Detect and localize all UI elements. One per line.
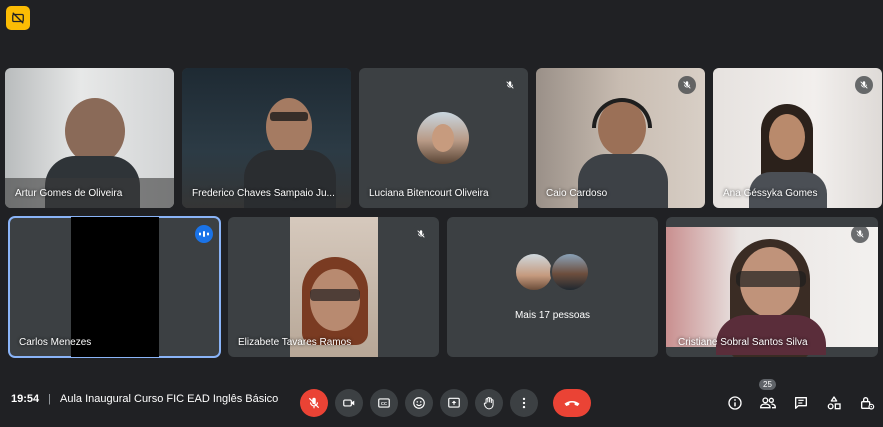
- participant-tile[interactable]: Ana Géssyka Gomes: [713, 68, 882, 208]
- captions-button[interactable]: CC: [370, 389, 398, 417]
- participant-tile[interactable]: Elizabete Tavares Ramos: [228, 217, 439, 357]
- meeting-info: 19:54 | Aula Inaugural Curso FIC EAD Ing…: [11, 393, 278, 405]
- svg-text:CC: CC: [381, 401, 387, 406]
- meeting-info-separator: |: [48, 393, 51, 405]
- participant-avatar: [417, 112, 469, 164]
- camera-toggle-button[interactable]: [335, 389, 363, 417]
- meeting-time: 19:54: [11, 393, 40, 405]
- present-icon: [447, 396, 461, 410]
- people-icon: [759, 395, 777, 411]
- recording-icon: [11, 11, 25, 25]
- participant-tile[interactable]: Luciana Bitencourt Oliveira: [359, 68, 528, 208]
- more-people-tile[interactable]: Mais 17 pessoas: [447, 217, 658, 357]
- participant-name: Frederico Chaves Sampaio Ju...: [192, 188, 335, 199]
- mic-off-icon: [678, 76, 696, 94]
- participant-name: Artur Gomes de Oliveira: [15, 188, 123, 199]
- raise-hand-button[interactable]: [475, 389, 503, 417]
- participant-tile[interactable]: Caio Cardoso: [536, 68, 705, 208]
- more-people-label: Mais 17 pessoas: [514, 310, 591, 321]
- participant-tile[interactable]: Artur Gomes de Oliveira: [5, 68, 174, 208]
- participant-tile-active[interactable]: Carlos Menezes: [8, 216, 221, 358]
- participant-video: [5, 68, 174, 208]
- more-options-button[interactable]: [510, 389, 538, 417]
- participant-count-badge: 25: [759, 379, 776, 390]
- people-button[interactable]: 25: [758, 379, 778, 413]
- leave-call-button[interactable]: [553, 389, 591, 417]
- more-options-icon: [517, 396, 531, 410]
- reactions-button[interactable]: [405, 389, 433, 417]
- activities-button[interactable]: [824, 393, 844, 413]
- mic-off-icon: [855, 76, 873, 94]
- participant-video: [71, 217, 159, 357]
- mic-off-icon: [412, 225, 430, 243]
- microphone-toggle-button[interactable]: [300, 389, 328, 417]
- participant-name: Luciana Bitencourt Oliveira: [369, 188, 489, 199]
- recording-indicator: [6, 6, 30, 30]
- hang-up-icon: [563, 397, 581, 409]
- side-panel-buttons: 25: [725, 379, 877, 413]
- participant-name: Elizabete Tavares Ramos: [238, 337, 352, 348]
- mic-off-icon: [501, 76, 519, 94]
- info-icon: [727, 395, 743, 411]
- participant-name: Cristiane Sobral Santos Silva: [678, 337, 808, 348]
- meeting-toolbar: 19:54 | Aula Inaugural Curso FIC EAD Ing…: [0, 379, 883, 427]
- chat-button[interactable]: [791, 393, 811, 413]
- activities-icon: [826, 395, 842, 411]
- present-screen-button[interactable]: [440, 389, 468, 417]
- mic-off-icon: [851, 225, 869, 243]
- participant-video: [182, 68, 351, 208]
- camera-icon: [342, 396, 356, 410]
- participant-video: [290, 217, 378, 357]
- participant-video: [666, 227, 878, 357]
- emoji-icon: [412, 396, 426, 410]
- chat-icon: [793, 395, 809, 411]
- host-controls-button[interactable]: [857, 393, 877, 413]
- raise-hand-icon: [482, 396, 496, 410]
- host-controls-icon: [859, 395, 875, 411]
- participant-tile[interactable]: Frederico Chaves Sampaio Ju...: [182, 68, 351, 208]
- participant-name: Caio Cardoso: [546, 188, 608, 199]
- meeting-title: Aula Inaugural Curso FIC EAD Inglês Bási…: [60, 393, 279, 405]
- participant-avatar: [550, 252, 590, 292]
- call-controls: CC: [300, 389, 591, 417]
- participant-name: Carlos Menezes: [19, 337, 92, 348]
- speaking-indicator-icon: [195, 225, 213, 243]
- participant-name: Ana Géssyka Gomes: [723, 188, 818, 199]
- mic-off-icon: [307, 396, 321, 410]
- participant-tile[interactable]: Cristiane Sobral Santos Silva: [666, 217, 878, 357]
- captions-icon: CC: [377, 396, 391, 410]
- participant-avatar: [514, 252, 554, 292]
- meeting-details-button[interactable]: [725, 393, 745, 413]
